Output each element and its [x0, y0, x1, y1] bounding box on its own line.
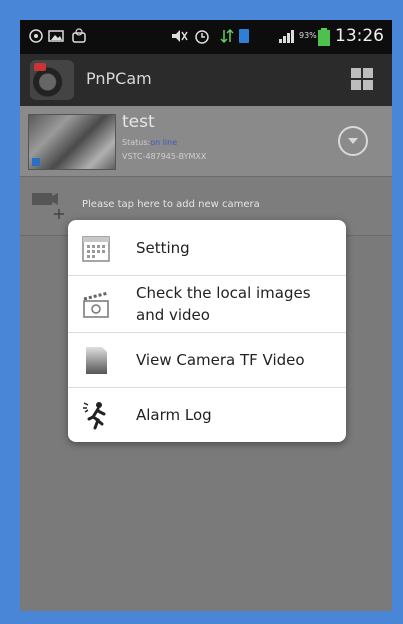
add-camera-icon	[32, 193, 64, 219]
data-signal-icon	[220, 28, 234, 44]
video-clapper-icon	[83, 291, 109, 318]
camera-options-menu: Setting Check the local images and video…	[68, 220, 346, 442]
cell-signal-icon	[279, 30, 294, 43]
menu-item-local-images[interactable]: Check the local images and video	[68, 276, 346, 333]
phone-screen: 93% 13:26 PnPCam test Status:on line VST…	[20, 20, 392, 611]
sim-card-icon	[239, 29, 249, 43]
status-bar: 93% 13:26	[20, 20, 392, 54]
camera-thumbnail[interactable]	[28, 114, 116, 170]
battery-icon	[318, 28, 330, 46]
android-notification-icon	[72, 28, 86, 43]
sd-card-icon	[86, 347, 107, 374]
status-time: 13:26	[335, 26, 384, 46]
menu-item-alarm-log[interactable]: Alarm Log	[68, 388, 346, 442]
camera-options-button[interactable]	[338, 126, 368, 156]
app-title: PnPCam	[86, 69, 152, 88]
camera-list-item[interactable]: test Status:on line VSTC-487945-BYMXX	[20, 106, 392, 177]
app-logo-icon[interactable]	[30, 60, 74, 100]
camera-uid: VSTC-487945-BYMXX	[122, 152, 207, 161]
menu-item-tf-video[interactable]: View Camera TF Video	[68, 333, 346, 388]
settings-notification-icon	[29, 29, 43, 43]
menu-item-tf-video-label: View Camera TF Video	[136, 351, 305, 369]
alarm-clock-icon	[195, 30, 209, 44]
camera-status-label: Status:	[122, 138, 151, 147]
menu-item-setting[interactable]: Setting	[68, 220, 346, 276]
mute-icon	[172, 30, 188, 42]
chevron-down-icon	[348, 138, 358, 144]
add-camera-label: Please tap here to add new camera	[82, 199, 260, 210]
grid-view-icon[interactable]	[350, 67, 374, 91]
menu-item-setting-label: Setting	[136, 239, 190, 257]
menu-item-alarm-log-label: Alarm Log	[136, 406, 212, 424]
battery-percent: 93%	[299, 31, 317, 40]
camera-status: Status:on line	[122, 138, 177, 147]
image-notification-icon	[48, 30, 64, 42]
action-bar: PnPCam	[20, 54, 392, 106]
running-person-alarm-icon	[83, 402, 106, 430]
calendar-settings-icon	[82, 236, 110, 262]
camera-name: test	[122, 112, 155, 132]
menu-item-local-images-label: Check the local images and video	[136, 284, 311, 324]
camera-status-value: on line	[150, 138, 178, 147]
